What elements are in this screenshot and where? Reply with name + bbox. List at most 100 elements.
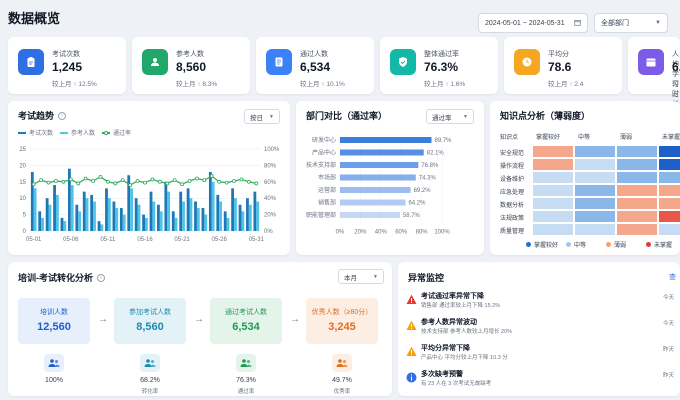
heatmap-cell[interactable] <box>574 223 616 236</box>
bar-exam-count <box>231 188 235 231</box>
bar-participants <box>130 188 133 231</box>
funnel-step-rate-label: 通过率 <box>237 389 255 395</box>
bar-exam-count <box>82 191 86 231</box>
y-left-tick: 15 <box>19 180 26 186</box>
view-more-link[interactable]: 查 <box>669 272 676 282</box>
arrow-right-icon: → <box>290 314 300 325</box>
x-tick: 05-11 <box>100 237 116 243</box>
heatmap-cell[interactable] <box>658 210 680 223</box>
point-pass-rate <box>239 177 244 182</box>
heatmap-cell[interactable] <box>658 184 680 197</box>
point-pass-rate <box>61 179 66 184</box>
heatmap-cell[interactable] <box>574 158 616 171</box>
point-pass-rate <box>31 182 36 187</box>
heatmap-cell[interactable] <box>532 223 574 236</box>
alert-description: 技术支持部 参考人数较上月增长 20% <box>421 329 513 335</box>
date-range-picker[interactable]: 2024-05-01 ~ 2024-05-31 <box>478 13 588 33</box>
heatmap-cell[interactable] <box>532 145 574 158</box>
kpi-card[interactable]: 考试次数 1,245 较上月 ↑ 12.5% <box>8 37 126 94</box>
legend-marker <box>103 130 109 136</box>
heatmap-cell[interactable] <box>574 210 616 223</box>
heatmap-cell[interactable] <box>532 197 574 210</box>
bar-exam-count <box>38 211 42 231</box>
kpi-card[interactable]: 通过人数 6,534 较上月 ↑ 10.1% <box>256 37 374 94</box>
dept-metric-select[interactable]: 通过率 ▼ <box>426 109 474 124</box>
legend-item[interactable]: 通过率 <box>102 129 131 137</box>
legend-label: 中等 <box>574 243 587 249</box>
page-title: 数据概览 <box>8 11 61 26</box>
alert-title: 参考人数异常波动 <box>421 319 477 326</box>
legend-label: 通过率 <box>113 129 131 137</box>
kpi-card[interactable]: 参考人数 8,560 较上月 ↑ 8.3% <box>132 37 250 94</box>
x-tick: 05-21 <box>174 237 190 243</box>
heatmap-cell[interactable] <box>532 171 574 184</box>
heatmap-cell[interactable] <box>616 145 658 158</box>
alert-item[interactable]: 考试通过率异常下降 销售部 通过率较上月下降 15.2% 今天 <box>398 288 680 312</box>
bar-participants <box>107 198 111 231</box>
legend-item[interactable]: 参考人数 <box>60 129 95 137</box>
heatmap-cell[interactable] <box>658 197 680 210</box>
info-icon[interactable]: i <box>58 111 67 120</box>
legend-item[interactable]: 考试次数 <box>18 129 53 137</box>
value-label: 69.2% <box>414 188 432 194</box>
arrow-up-icon: ↑ <box>321 81 325 88</box>
trend-period-value: 按日 <box>250 114 263 122</box>
heatmap-cell[interactable] <box>616 158 658 171</box>
point-pass-rate <box>217 179 222 184</box>
heatmap-cell[interactable] <box>658 158 680 171</box>
x-tick: 80% <box>416 230 429 236</box>
heatmap-cell[interactable] <box>574 184 616 197</box>
funnel-step[interactable]: 通过考试人数 6,534 <box>210 298 282 344</box>
heatmap-cell[interactable] <box>532 184 574 197</box>
heatmap-cell[interactable] <box>658 223 680 236</box>
bar-participants <box>85 198 89 231</box>
point-pass-rate <box>120 178 125 183</box>
funnel-step[interactable]: 参加考试人数 8,560 <box>114 298 186 344</box>
x-tick: 05-26 <box>212 237 228 243</box>
point-pass-rate <box>202 178 207 183</box>
heatmap-cell[interactable] <box>616 184 658 197</box>
y-left-tick: 10 <box>19 196 26 202</box>
heatmap-cell[interactable] <box>658 145 680 158</box>
category-label: 技术支持部 <box>306 161 336 169</box>
kpi-card[interactable]: 人均学习时长6.8h较上月 ↑ <box>628 37 680 115</box>
funnel-period-select[interactable]: 本月 ▼ <box>338 269 384 284</box>
heatmap-cell[interactable] <box>616 223 658 236</box>
heatmap-cell[interactable] <box>574 197 616 210</box>
heatmap-col-label: 掌握较好 <box>536 135 561 141</box>
kpi-value: 6.8h <box>672 60 680 74</box>
kpi-card[interactable]: 整体通过率 76.3% 较上月 ↑ 1.6% <box>380 37 498 94</box>
funnel-step[interactable]: 优秀人数（≥80分） 3,245 <box>306 298 378 344</box>
heatmap-cell[interactable] <box>616 197 658 210</box>
bar-participants <box>204 214 208 231</box>
y-right-tick: 0% <box>264 229 273 235</box>
bar-exam-count <box>194 201 197 231</box>
alert-item[interactable]: 参考人数异常波动 技术支持部 参考人数较上月增长 20% 今天 <box>398 314 680 338</box>
department-select[interactable]: 全部部门 ▼ <box>594 13 668 33</box>
bar-participants <box>33 188 37 231</box>
x-tick: 05-16 <box>137 237 153 243</box>
funnel-step[interactable]: 培训人数 12,560 <box>18 298 90 344</box>
heatmap-cell[interactable] <box>574 171 616 184</box>
alert-item[interactable]: 多次缺考预警有 23 人在 3 次考试无故缺考 昨天 <box>398 366 680 390</box>
trend-period-select[interactable]: 按日 ▼ <box>244 109 280 124</box>
warning-icon <box>406 292 417 304</box>
y-right-tick: 20% <box>264 213 277 219</box>
heatmap-cell[interactable] <box>616 210 658 223</box>
x-tick: 100% <box>434 230 450 236</box>
kpi-card[interactable]: 平均分 78.6 较上月 ↑ 2.4 <box>504 37 622 94</box>
alert-item[interactable]: 平均分异常下降 产品中心 平均分较上月下降 10.3 分 昨天 <box>398 340 680 364</box>
heatmap-row-label: 操作流程 <box>500 164 525 170</box>
heatmap-cell[interactable] <box>532 158 574 171</box>
point-pass-rate <box>195 176 199 181</box>
heatmap-cell[interactable] <box>532 210 574 223</box>
heatmap-cell[interactable] <box>616 171 658 184</box>
point-pass-rate <box>232 179 236 183</box>
heatmap-cell[interactable] <box>574 145 616 158</box>
bar-participants <box>226 217 230 231</box>
funnel-step-value: 3,245 <box>328 321 356 333</box>
bar-exam-count <box>238 204 242 231</box>
heatmap-cell[interactable] <box>658 171 680 184</box>
arrow-up-icon: ↑ <box>569 81 573 88</box>
info-icon[interactable]: i <box>97 273 105 282</box>
